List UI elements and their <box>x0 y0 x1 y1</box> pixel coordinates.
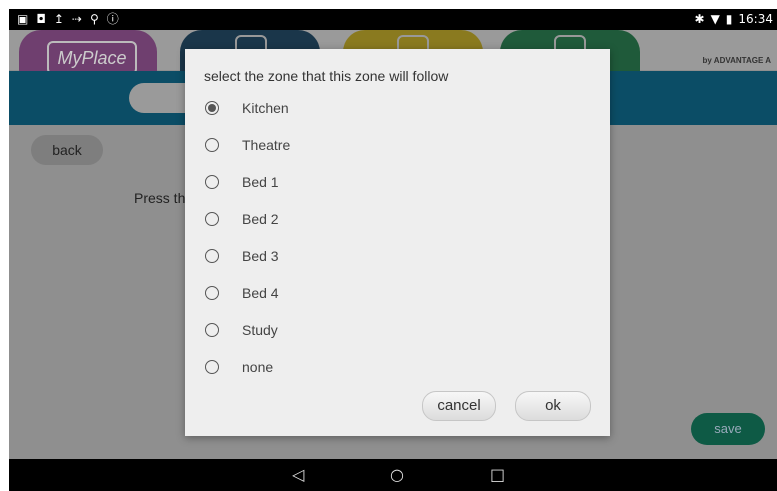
usb-icon: ⚲ <box>89 12 99 26</box>
dialog-title: select the zone that this zone will foll… <box>204 68 449 84</box>
option-label: Bed 3 <box>242 248 279 264</box>
option-label: none <box>242 359 274 375</box>
phone-icon: ◘ <box>36 12 46 26</box>
status-bar: ▣ ◘ ↥ ⇢ ⚲ ⓘ ✱ ▼ ▮ 16:34 <box>9 9 777 30</box>
wifi-icon: ▼ <box>710 12 720 26</box>
option-bed-4[interactable]: Bed 4 <box>185 276 610 313</box>
status-left-icons: ▣ ◘ ↥ ⇢ ⚲ ⓘ <box>17 12 119 26</box>
option-bed-2[interactable]: Bed 2 <box>185 202 610 239</box>
option-label: Theatre <box>242 137 291 153</box>
radio-icon[interactable] <box>205 286 219 300</box>
nav-bar: ◁ ○ □ <box>9 459 777 491</box>
radio-icon[interactable] <box>205 249 219 263</box>
signal-icon: ⇢ <box>71 12 82 26</box>
nav-recent-icon[interactable]: □ <box>490 465 505 484</box>
ok-button[interactable]: ok <box>515 391 591 421</box>
brand-text: by ADVANTAGE A <box>702 56 771 65</box>
option-bed-1[interactable]: Bed 1 <box>185 165 610 202</box>
myplace-logo: MyPlace <box>47 41 137 75</box>
follow-zone-dialog: select the zone that this zone will foll… <box>185 49 610 436</box>
instruction-text: Press th <box>134 190 186 206</box>
upload-icon: ↥ <box>53 12 64 26</box>
nav-back-icon[interactable]: ◁ <box>292 465 304 484</box>
radio-icon[interactable] <box>205 323 219 337</box>
radio-icon[interactable] <box>205 212 219 226</box>
option-none[interactable]: none <box>185 350 610 387</box>
battery-icon: ▮ <box>725 12 733 26</box>
radio-icon[interactable] <box>205 101 219 115</box>
option-bed-3[interactable]: Bed 3 <box>185 239 610 276</box>
radio-icon[interactable] <box>205 175 219 189</box>
option-theatre[interactable]: Theatre <box>185 128 610 165</box>
info-icon: ⓘ <box>106 12 119 26</box>
option-label: Bed 1 <box>242 174 279 190</box>
cancel-button[interactable]: cancel <box>422 391 496 421</box>
status-right: ✱ ▼ ▮ 16:34 <box>695 12 774 26</box>
bluetooth-icon: ✱ <box>694 12 705 26</box>
option-study[interactable]: Study <box>185 313 610 350</box>
status-time: 16:34 <box>738 12 773 26</box>
radio-icon[interactable] <box>205 360 219 374</box>
option-kitchen[interactable]: Kitchen <box>185 91 610 128</box>
option-label: Study <box>242 322 278 338</box>
save-button[interactable]: save <box>691 413 765 445</box>
image-icon: ▣ <box>17 12 29 26</box>
radio-icon[interactable] <box>205 138 219 152</box>
nav-home-icon[interactable]: ○ <box>390 465 404 484</box>
option-label: Kitchen <box>242 100 289 116</box>
option-label: Bed 4 <box>242 285 279 301</box>
option-label: Bed 2 <box>242 211 279 227</box>
back-button[interactable]: back <box>31 135 103 165</box>
